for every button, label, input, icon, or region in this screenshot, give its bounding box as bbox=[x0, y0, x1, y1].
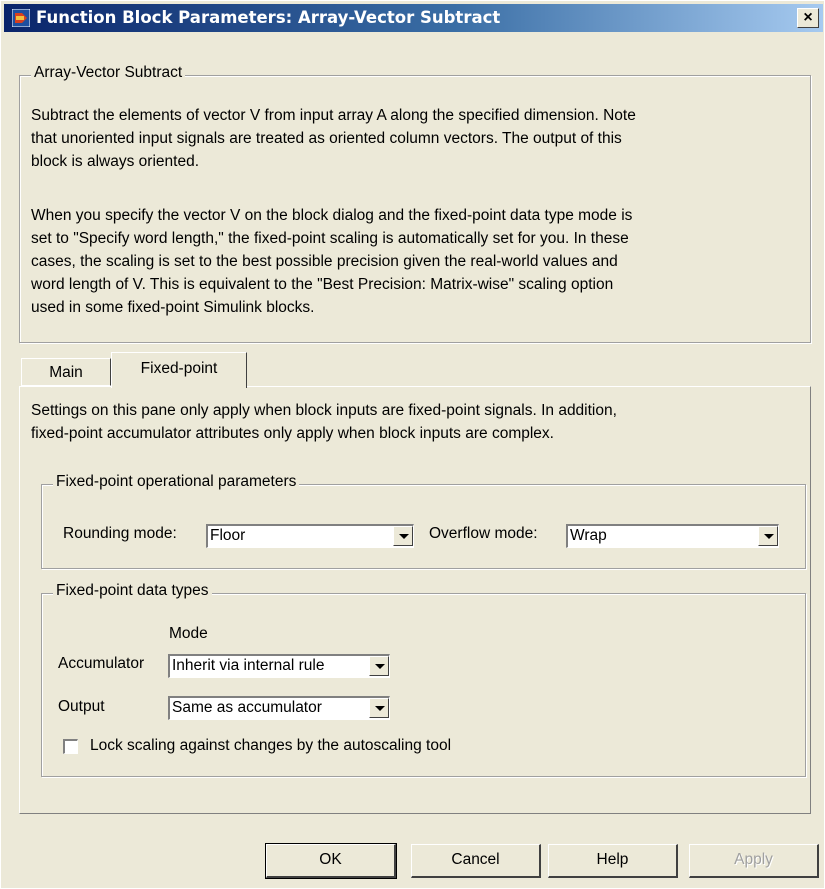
tab-main-label: Main bbox=[49, 364, 83, 381]
dialog-window: Function Block Parameters: Array-Vector … bbox=[0, 0, 825, 889]
simulink-block-icon bbox=[12, 9, 30, 27]
accumulator-mode-select[interactable]: Inherit via internal rule bbox=[168, 654, 390, 678]
overflow-mode-label: Overflow mode: bbox=[429, 525, 538, 542]
fixed-point-intro: Settings on this pane only apply when bl… bbox=[31, 399, 806, 445]
overflow-mode-select[interactable]: Wrap bbox=[566, 524, 779, 548]
rounding-mode-value: Floor bbox=[210, 527, 246, 544]
description-line: that unoriented input signals are treate… bbox=[31, 130, 622, 147]
description-paragraph-2: When you specify the vector V on the blo… bbox=[31, 204, 806, 319]
lock-scaling-checkbox[interactable] bbox=[63, 739, 78, 754]
description-line: Subtract the elements of vector V from i… bbox=[31, 107, 636, 124]
output-mode-select[interactable]: Same as accumulator bbox=[168, 696, 390, 720]
accumulator-label: Accumulator bbox=[58, 655, 145, 672]
rounding-mode-select[interactable]: Floor bbox=[206, 524, 414, 548]
overflow-mode-value: Wrap bbox=[570, 527, 607, 544]
output-mode-value: Same as accumulator bbox=[172, 699, 322, 716]
close-button[interactable]: × bbox=[797, 8, 819, 28]
description-line: set to "Specify word length," the fixed-… bbox=[31, 230, 629, 247]
lock-scaling-label[interactable]: Lock scaling against changes by the auto… bbox=[90, 737, 451, 755]
chevron-down-icon[interactable] bbox=[369, 656, 389, 676]
intro-line: Settings on this pane only apply when bl… bbox=[31, 402, 617, 419]
mode-column-header: Mode bbox=[169, 625, 208, 642]
rounding-mode-label: Rounding mode: bbox=[63, 525, 177, 542]
description-line: word length of V. This is equivalent to … bbox=[31, 276, 614, 293]
data-types-title: Fixed-point data types bbox=[53, 582, 212, 600]
operational-parameters-title: Fixed-point operational parameters bbox=[53, 473, 300, 491]
close-icon: × bbox=[803, 9, 813, 26]
description-group-title: Array-Vector Subtract bbox=[31, 64, 186, 82]
description-line: block is always oriented. bbox=[31, 153, 199, 170]
accumulator-mode-value: Inherit via internal rule bbox=[172, 657, 325, 674]
chevron-down-icon[interactable] bbox=[369, 698, 389, 718]
intro-line: fixed-point accumulator attributes only … bbox=[31, 425, 554, 442]
tab-fixed-point-label: Fixed-point bbox=[140, 360, 218, 377]
apply-button[interactable]: Apply bbox=[689, 844, 819, 878]
description-line: used in some fixed-point Simulink blocks… bbox=[31, 299, 315, 316]
chevron-down-icon[interactable] bbox=[758, 526, 778, 546]
tab-main[interactable]: Main bbox=[21, 358, 111, 386]
ok-button[interactable]: OK bbox=[265, 843, 397, 879]
description-line: When you specify the vector V on the blo… bbox=[31, 207, 633, 224]
output-label: Output bbox=[58, 698, 105, 715]
chevron-down-icon[interactable] bbox=[393, 526, 413, 546]
description-paragraph-1: Subtract the elements of vector V from i… bbox=[31, 104, 806, 173]
title-bar[interactable]: Function Block Parameters: Array-Vector … bbox=[4, 4, 823, 32]
help-button[interactable]: Help bbox=[548, 844, 678, 878]
window-title: Function Block Parameters: Array-Vector … bbox=[36, 8, 501, 27]
cancel-button[interactable]: Cancel bbox=[411, 844, 541, 878]
description-line: cases, the scaling is set to the best po… bbox=[31, 253, 618, 270]
tab-fixed-point[interactable]: Fixed-point bbox=[111, 352, 247, 388]
